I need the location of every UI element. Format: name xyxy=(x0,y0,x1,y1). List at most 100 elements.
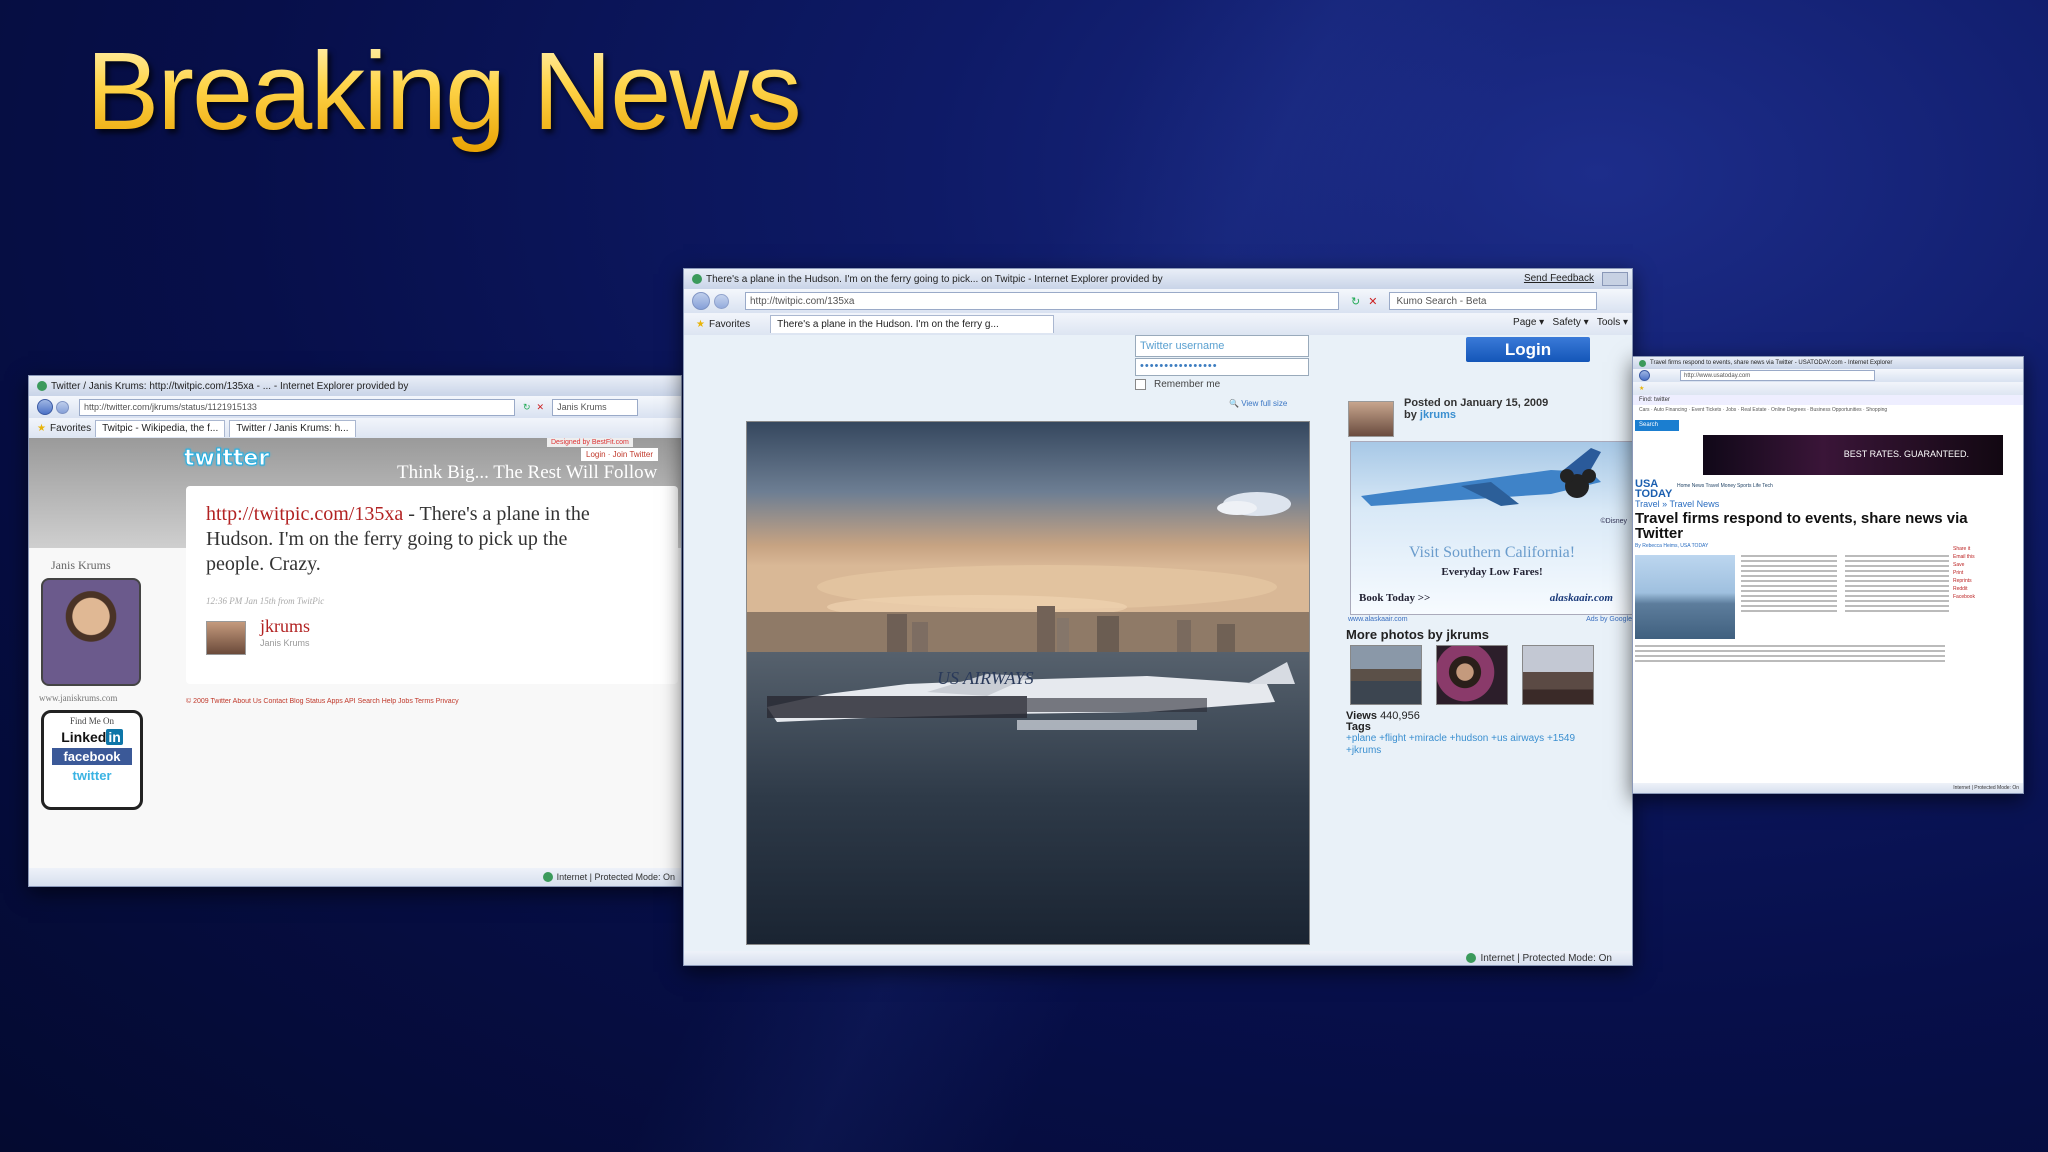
usatoday-browser-window[interactable]: Travel firms respond to events, share ne… xyxy=(1632,356,2024,794)
favorites-star-icon[interactable]: ★ xyxy=(696,319,705,330)
checkbox-box[interactable] xyxy=(1135,379,1146,390)
search-input[interactable]: Janis Krums xyxy=(552,398,639,416)
login-join-links[interactable]: Login · Join Twitter xyxy=(581,448,658,461)
stop-icon[interactable]: ✕ xyxy=(537,402,545,413)
share-item[interactable]: Reprints xyxy=(1953,577,2019,585)
tab-wikipedia[interactable]: Twitpic - Wikipedia, the f... xyxy=(95,419,226,437)
ads-by-google[interactable]: Ads by Google xyxy=(1586,616,1632,623)
ad-url[interactable]: www.alaskaair.com xyxy=(1348,616,1408,623)
ad-brand: alaskaair.com xyxy=(1549,592,1613,604)
address-field[interactable]: http://twitpic.com/135xa xyxy=(745,292,1339,310)
top-links[interactable]: Cars · Auto Financing · Event Tickets · … xyxy=(1633,407,2023,415)
stop-icon[interactable]: ✕ xyxy=(1368,295,1377,308)
sidebar-name: Janis Krums xyxy=(51,558,111,572)
breadcrumb[interactable]: Travel » Travel News xyxy=(1635,499,1719,509)
designed-badge[interactable]: Designed by BestFit.com xyxy=(547,438,633,447)
tweet-card: http://twitpic.com/135xa - There's a pla… xyxy=(186,486,678,684)
tab-bar: ★ Favorites There's a plane in the Hudso… xyxy=(684,313,1632,335)
sidebar-website[interactable]: www.janiskrums.com xyxy=(39,693,117,703)
favorites-button[interactable]: Favorites xyxy=(50,423,91,434)
hudson-plane-photo[interactable]: US AIRWAYS xyxy=(746,421,1310,945)
twitter-logo[interactable]: twitter xyxy=(183,446,269,472)
title-bar: There's a plane in the Hudson. I'm on th… xyxy=(684,269,1632,289)
usatoday-page: Find: twitter Cars · Auto Financing · Ev… xyxy=(1633,395,2023,783)
tweet-link[interactable]: http://twitpic.com/135xa xyxy=(206,503,403,525)
refresh-icon[interactable]: ↻ xyxy=(523,402,531,413)
remember-me-checkbox[interactable]: Remember me xyxy=(1135,379,1220,390)
ad-headline: Visit Southern California! xyxy=(1408,544,1576,561)
twitter-browser-window[interactable]: Twitter / Janis Krums: http://twitpic.co… xyxy=(28,375,682,887)
photo-thumbnail-2[interactable] xyxy=(1436,645,1508,705)
address-field[interactable]: http://www.usatoday.com xyxy=(1680,370,1875,381)
share-item[interactable]: Save xyxy=(1953,561,2019,569)
photo-thumbnail-1[interactable] xyxy=(1350,645,1422,705)
address-bar: http://twitter.com/jkrums/status/1121915… xyxy=(29,396,681,418)
share-item[interactable]: Share it xyxy=(1953,545,2019,553)
article-headline: Travel firms respond to events, share ne… xyxy=(1635,510,1968,542)
share-item[interactable]: Print xyxy=(1953,569,2019,577)
usatoday-logo[interactable]: USA TODAY xyxy=(1635,479,1672,500)
section-nav[interactable]: Home News Travel Money Sports Life Tech xyxy=(1677,483,1773,489)
title-bar: Twitter / Janis Krums: http://twitpic.co… xyxy=(29,376,681,396)
favorites-star-icon[interactable]: ★ xyxy=(37,423,46,434)
twitter-username-field[interactable]: Twitter username xyxy=(1135,335,1309,357)
ad-disney: ©Disney xyxy=(1600,518,1627,525)
article-photo[interactable] xyxy=(1635,555,1735,639)
posted-by-user[interactable]: jkrums xyxy=(1420,409,1456,421)
forward-button[interactable] xyxy=(56,400,69,414)
twitter-tagline: Think Big... The Rest Will Follow xyxy=(397,462,658,483)
ad-book-link[interactable]: Book Today >> xyxy=(1359,592,1430,604)
back-button[interactable] xyxy=(37,399,53,415)
find-bar[interactable]: Find: twitter xyxy=(1633,395,2023,405)
login-button[interactable]: Login xyxy=(1466,337,1590,362)
address-field[interactable]: http://twitter.com/jkrums/status/1121915… xyxy=(79,398,515,416)
banner-ad[interactable]: BEST RATES. GUARANTEED. xyxy=(1703,435,2003,475)
search-input[interactable]: Kumo Search - Beta xyxy=(1389,292,1598,310)
send-feedback-link[interactable]: Send Feedback xyxy=(1524,273,1594,284)
forward-button[interactable] xyxy=(714,293,729,309)
plane-livery-text: US AIRWAYS xyxy=(937,668,1034,688)
share-item[interactable]: Reddit xyxy=(1953,585,2019,593)
user-handle[interactable]: jkrums xyxy=(260,616,310,637)
tags-list[interactable]: +plane +flight +miracle +hudson +us airw… xyxy=(1346,733,1586,757)
posted-info: Posted on January 15, 2009 by jkrums xyxy=(1404,397,1548,421)
poster-avatar[interactable] xyxy=(1348,401,1394,437)
safety-menu[interactable]: Safety ▾ xyxy=(1553,317,1589,328)
twitpic-browser-window[interactable]: There's a plane in the Hudson. I'm on th… xyxy=(683,268,1633,966)
share-item[interactable]: Facebook xyxy=(1953,593,2019,601)
view-full-size-link[interactable]: 🔍 View full size xyxy=(1229,399,1287,408)
favorites-star-icon[interactable]: ★ xyxy=(1639,385,1644,392)
user-full-name: Janis Krums xyxy=(260,638,310,648)
tab-twitter[interactable]: Twitter / Janis Krums: h... xyxy=(229,419,356,437)
share-item[interactable]: Email this xyxy=(1953,553,2019,561)
window-minimize-button[interactable] xyxy=(1602,272,1628,286)
posted-by-prefix: by xyxy=(1404,409,1420,421)
tab-bar: ★ Favorites Twitpic - Wikipedia, the f..… xyxy=(29,418,681,438)
facebook-link[interactable]: facebook xyxy=(52,748,132,765)
search-button[interactable]: Search xyxy=(1635,420,1679,431)
slide-title: Breaking News xyxy=(86,30,802,153)
password-field[interactable]: •••••••••••••••• xyxy=(1135,358,1309,376)
twitter-link[interactable]: twitter xyxy=(44,768,140,783)
linkedin-label-a: Linked xyxy=(61,729,107,745)
status-text: Internet | Protected Mode: On xyxy=(1480,952,1612,964)
photo-thumbnail-3[interactable] xyxy=(1522,645,1594,705)
linkedin-link[interactable]: Linked in xyxy=(44,729,140,745)
alaska-air-ad[interactable]: ©Disney Visit Southern California! Every… xyxy=(1350,441,1632,615)
remember-me-label: Remember me xyxy=(1154,379,1221,390)
status-text: Internet | Protected Mode: On xyxy=(556,872,675,882)
photo-svg: US AIRWAYS xyxy=(747,422,1309,944)
banner-text: BEST RATES. GUARANTEED. xyxy=(1843,449,1969,459)
linkedin-label-b: in xyxy=(106,729,123,745)
view-full-size-label: View full size xyxy=(1241,399,1288,408)
page-menu[interactable]: Page ▾ xyxy=(1513,317,1544,328)
back-button[interactable] xyxy=(692,292,710,310)
profile-photo xyxy=(41,578,141,686)
user-avatar-small[interactable] xyxy=(206,621,246,655)
favorites-button[interactable]: Favorites xyxy=(709,319,750,330)
tab-twitpic[interactable]: There's a plane in the Hudson. I'm on th… xyxy=(770,314,1055,334)
tools-menu[interactable]: Tools ▾ xyxy=(1597,317,1628,328)
refresh-icon[interactable]: ↻ xyxy=(1351,295,1360,308)
back-button[interactable] xyxy=(1639,370,1650,381)
twitter-footer[interactable]: © 2009 Twitter About Us Contact Blog Sta… xyxy=(186,698,678,705)
